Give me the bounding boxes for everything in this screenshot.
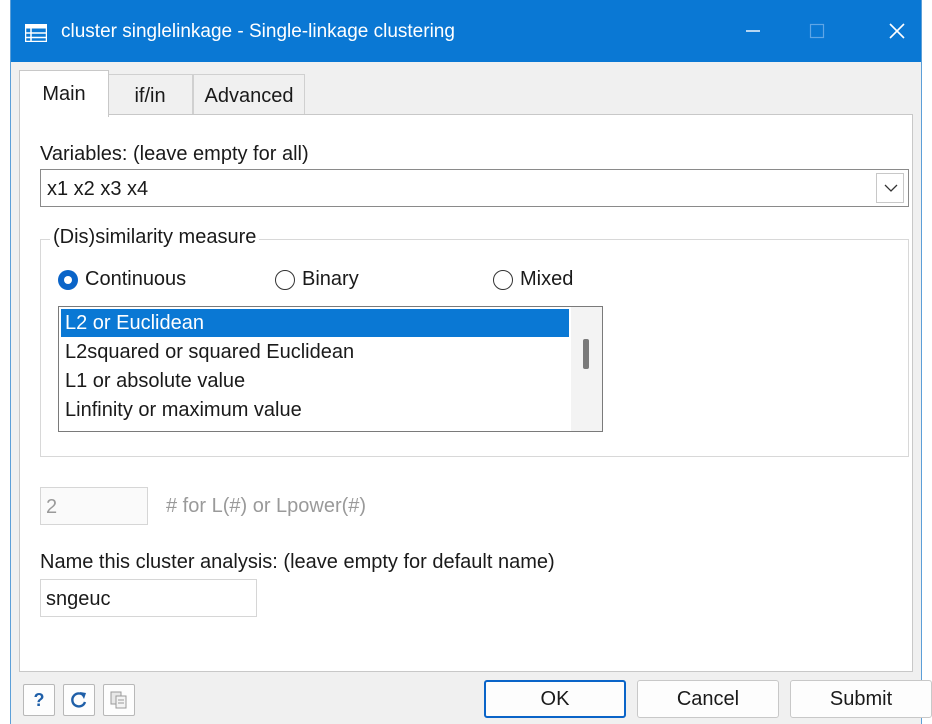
- variables-dropdown-button[interactable]: [876, 173, 904, 203]
- radio-binary-label: Binary: [302, 268, 359, 290]
- listbox-scrollbar[interactable]: [571, 307, 602, 431]
- help-button[interactable]: ?: [23, 684, 55, 716]
- list-item[interactable]: L1 or absolute value: [61, 367, 569, 395]
- radio-unselected-icon: [275, 270, 295, 290]
- ok-button[interactable]: OK: [484, 680, 626, 718]
- help-icon: ?: [34, 690, 45, 710]
- variables-label: Variables: (leave empty for all): [40, 143, 309, 165]
- radio-continuous-label: Continuous: [85, 268, 187, 290]
- radio-unselected-icon: [493, 270, 513, 290]
- tab-advanced[interactable]: Advanced: [193, 74, 305, 116]
- scrollbar-thumb[interactable]: [583, 339, 589, 369]
- copy-command-icon: [110, 691, 127, 709]
- lpower-label: # for L(#) or Lpower(#): [166, 495, 367, 517]
- tab-if-in[interactable]: if/in: [107, 74, 193, 116]
- submit-button[interactable]: Submit: [790, 680, 932, 718]
- window-title: cluster singlelinkage - Single-linkage c…: [61, 21, 455, 42]
- copy-command-button[interactable]: [103, 684, 135, 716]
- lpower-value: 2: [46, 496, 58, 518]
- cluster-name-label: Name this cluster analysis: (leave empty…: [40, 551, 555, 573]
- dialog-icon: [24, 23, 48, 43]
- reset-icon: [71, 692, 87, 708]
- chevron-down-icon: [884, 184, 898, 192]
- list-item[interactable]: L2squared or squared Euclidean: [61, 338, 569, 366]
- lpower-input: 2: [40, 487, 148, 525]
- list-item[interactable]: L2 or Euclidean: [61, 309, 569, 337]
- minimize-button[interactable]: [723, 0, 783, 62]
- svg-text:?: ?: [34, 690, 45, 710]
- group-legend: (Dis)similarity measure: [50, 226, 260, 249]
- cluster-name-value: sngeuc: [46, 588, 111, 610]
- dissimilarity-measure-group: (Dis)similarity measure Continuous Binar…: [40, 226, 909, 457]
- maximize-button: [787, 0, 847, 62]
- variables-combobox[interactable]: x1 x2 x3 x4: [40, 169, 909, 207]
- maximize-icon: [809, 23, 825, 39]
- cluster-name-input[interactable]: sngeuc: [40, 579, 257, 617]
- close-button[interactable]: [867, 0, 927, 62]
- radio-mixed-label: Mixed: [520, 268, 574, 290]
- variables-value: x1 x2 x3 x4: [47, 178, 149, 200]
- reset-button[interactable]: [63, 684, 95, 716]
- dialog-window: cluster singlelinkage - Single-linkage c…: [10, 0, 932, 724]
- radio-selected-icon: [58, 270, 78, 290]
- measure-listbox[interactable]: L2 or Euclidean L2squared or squared Euc…: [58, 306, 603, 432]
- close-icon: [889, 23, 905, 39]
- cancel-button[interactable]: Cancel: [637, 680, 779, 718]
- title-bar: cluster singlelinkage - Single-linkage c…: [11, 0, 921, 62]
- tab-main[interactable]: Main: [19, 70, 109, 117]
- list-item[interactable]: Linfinity or maximum value: [61, 396, 569, 424]
- main-tab-panel: Variables: (leave empty for all) x1 x2 x…: [19, 114, 913, 672]
- minimize-icon: [746, 30, 760, 32]
- tab-bar: Main if/in Advanced: [11, 62, 921, 117]
